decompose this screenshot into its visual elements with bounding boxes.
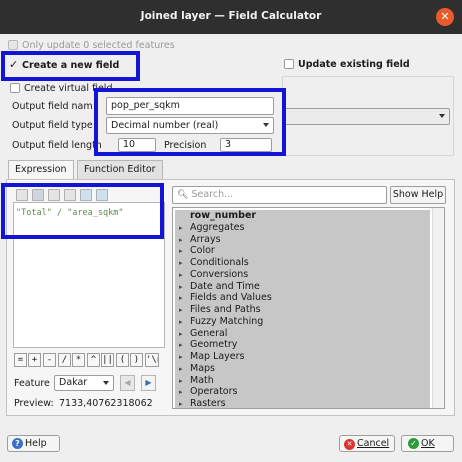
expand-arrow-icon[interactable]: ▸: [179, 270, 190, 282]
only-update-checkbox[interactable]: [8, 40, 18, 50]
function-tree-item-label: Fuzzy Matching: [190, 315, 264, 327]
search-icon: 🔍︎: [177, 190, 189, 200]
function-tree-item-label: Conditionals: [190, 257, 249, 268]
operator-multiply-button[interactable]: *: [72, 353, 85, 367]
function-tree-item-label: Color: [190, 245, 215, 257]
function-tree-item[interactable]: ▸ Fields and Values: [175, 292, 430, 304]
title-bar: Joined layer — Field Calculator ✕: [0, 0, 462, 34]
help-button[interactable]: ? Help: [7, 435, 60, 452]
update-existing-group: [282, 76, 454, 156]
function-tree-item[interactable]: ▸ Files and Paths: [175, 304, 430, 316]
function-tree-item-label: Geometry: [190, 339, 238, 351]
function-tree-item[interactable]: row_number: [175, 210, 430, 222]
window-title: Joined layer — Field Calculator: [140, 10, 322, 22]
highlight-expression: [1, 183, 164, 239]
operator-open-paren-button[interactable]: (: [116, 353, 129, 367]
highlight-create-new: [1, 51, 140, 81]
function-tree-item[interactable]: ▸ Map Layers: [175, 351, 430, 363]
cancel-button[interactable]: ✕ Cancel: [339, 435, 395, 452]
operator-equals-button[interactable]: =: [14, 353, 27, 367]
function-tree-item[interactable]: ▸ Color: [175, 245, 430, 257]
function-tree-item-label: Math: [190, 374, 214, 386]
function-tree-item[interactable]: ▸ Conversions: [175, 269, 430, 281]
tab-expression[interactable]: Expression: [8, 160, 74, 180]
ok-label: OK: [421, 438, 435, 449]
field-calculator-window: Joined layer — Field Calculator ✕ Only u…: [0, 0, 462, 462]
output-field-name-label: Output field nam: [12, 101, 93, 112]
operator-concat-button[interactable]: ||: [101, 353, 114, 367]
expand-arrow-icon[interactable]: ▸: [179, 223, 190, 235]
expand-arrow-icon[interactable]: ▸: [179, 317, 190, 329]
function-tree-item-label: Operators: [190, 386, 238, 398]
operator-divide-button[interactable]: /: [58, 353, 71, 367]
function-tree-item[interactable]: ▸ Maps: [175, 363, 430, 375]
function-tree-item-label: Map Layers: [190, 351, 245, 362]
function-tree[interactable]: row_number ▸ Aggregates ▸ Arrays ▸ Color ▸ Condi…: [172, 207, 445, 409]
function-tree-item[interactable]: ▸ Arrays: [175, 234, 430, 246]
function-tree-scrollbar[interactable]: [432, 208, 444, 408]
only-update-label: Only update 0 selected features: [22, 40, 175, 51]
function-tree-item[interactable]: ▸ Rasters: [175, 398, 430, 409]
function-tree-item[interactable]: ▸ General: [175, 328, 430, 340]
ok-button[interactable]: ✓ OK: [401, 435, 454, 452]
feature-label: Feature: [14, 378, 50, 389]
chevron-down-icon: [103, 381, 109, 385]
create-virtual-checkbox[interactable]: [10, 83, 20, 93]
function-tree-item-label: row_number: [190, 210, 257, 221]
function-tree-item-label: General: [190, 327, 228, 339]
function-tree-item[interactable]: ▸ Operators: [175, 386, 430, 398]
cancel-icon: ✕: [344, 439, 355, 450]
help-icon: ?: [12, 438, 23, 449]
expand-arrow-icon[interactable]: ▸: [179, 364, 190, 376]
output-field-length-label: Output field length: [12, 140, 102, 151]
feature-dropdown[interactable]: Dakar: [54, 375, 114, 391]
expand-arrow-icon[interactable]: ▸: [179, 258, 190, 270]
feature-value: Dakar: [59, 377, 88, 388]
function-tree-item[interactable]: ▸ Conditionals: [175, 257, 430, 269]
function-tree-item[interactable]: ▸ Date and Time: [175, 281, 430, 293]
search-placeholder: Search...: [191, 189, 234, 200]
function-tree-item[interactable]: ▸ Geometry: [175, 339, 430, 351]
operator-plus-button[interactable]: +: [28, 353, 41, 367]
preview-label: Preview:: [14, 398, 54, 409]
operator-minus-button[interactable]: -: [43, 353, 56, 367]
function-tree-item-label: Maps: [190, 362, 215, 374]
update-existing-label: Update existing field: [298, 59, 410, 70]
function-tree-list: row_number ▸ Aggregates ▸ Arrays ▸ Color ▸ Condi…: [175, 210, 430, 408]
output-field-type-label: Output field type: [12, 120, 93, 131]
ok-icon: ✓: [408, 438, 419, 449]
function-tree-item[interactable]: ▸ Fuzzy Matching: [175, 316, 430, 328]
help-label: Help: [25, 438, 47, 449]
operator-power-button[interactable]: ^: [87, 353, 100, 367]
function-tree-item[interactable]: ▸ Math: [175, 375, 430, 387]
tab-function-editor[interactable]: Function Editor: [77, 160, 163, 179]
operator-close-paren-button[interactable]: ): [130, 353, 143, 367]
previous-feature-button[interactable]: ◀: [120, 375, 135, 391]
function-tree-item-label: Rasters: [190, 398, 226, 409]
function-search-input[interactable]: 🔍︎ Search...: [172, 186, 387, 204]
function-tree-item-label: Files and Paths: [190, 304, 261, 315]
cancel-label: Cancel: [357, 438, 390, 449]
update-existing-checkbox[interactable]: [284, 59, 294, 69]
highlight-output-fields: [94, 88, 286, 156]
show-help-button[interactable]: Show Help: [390, 186, 446, 204]
expand-arrow-icon[interactable]: ▸: [179, 305, 190, 317]
function-tree-item-label: Conversions: [190, 268, 249, 280]
expand-arrow-icon[interactable]: ▸: [179, 399, 190, 408]
function-tree-item-label: Arrays: [190, 233, 221, 245]
function-tree-item[interactable]: ▸ Aggregates: [175, 222, 430, 234]
close-icon[interactable]: ✕: [436, 8, 454, 26]
preview-value: 7133,40762318062: [59, 398, 153, 409]
operator-newline-button[interactable]: '\n': [145, 353, 159, 367]
function-tree-item-label: Fields and Values: [190, 292, 272, 304]
next-feature-button[interactable]: ▶: [141, 375, 156, 391]
expand-arrow-icon[interactable]: ▸: [179, 352, 190, 364]
function-tree-item-label: Date and Time: [190, 280, 260, 292]
function-tree-item-label: Aggregates: [190, 221, 245, 233]
